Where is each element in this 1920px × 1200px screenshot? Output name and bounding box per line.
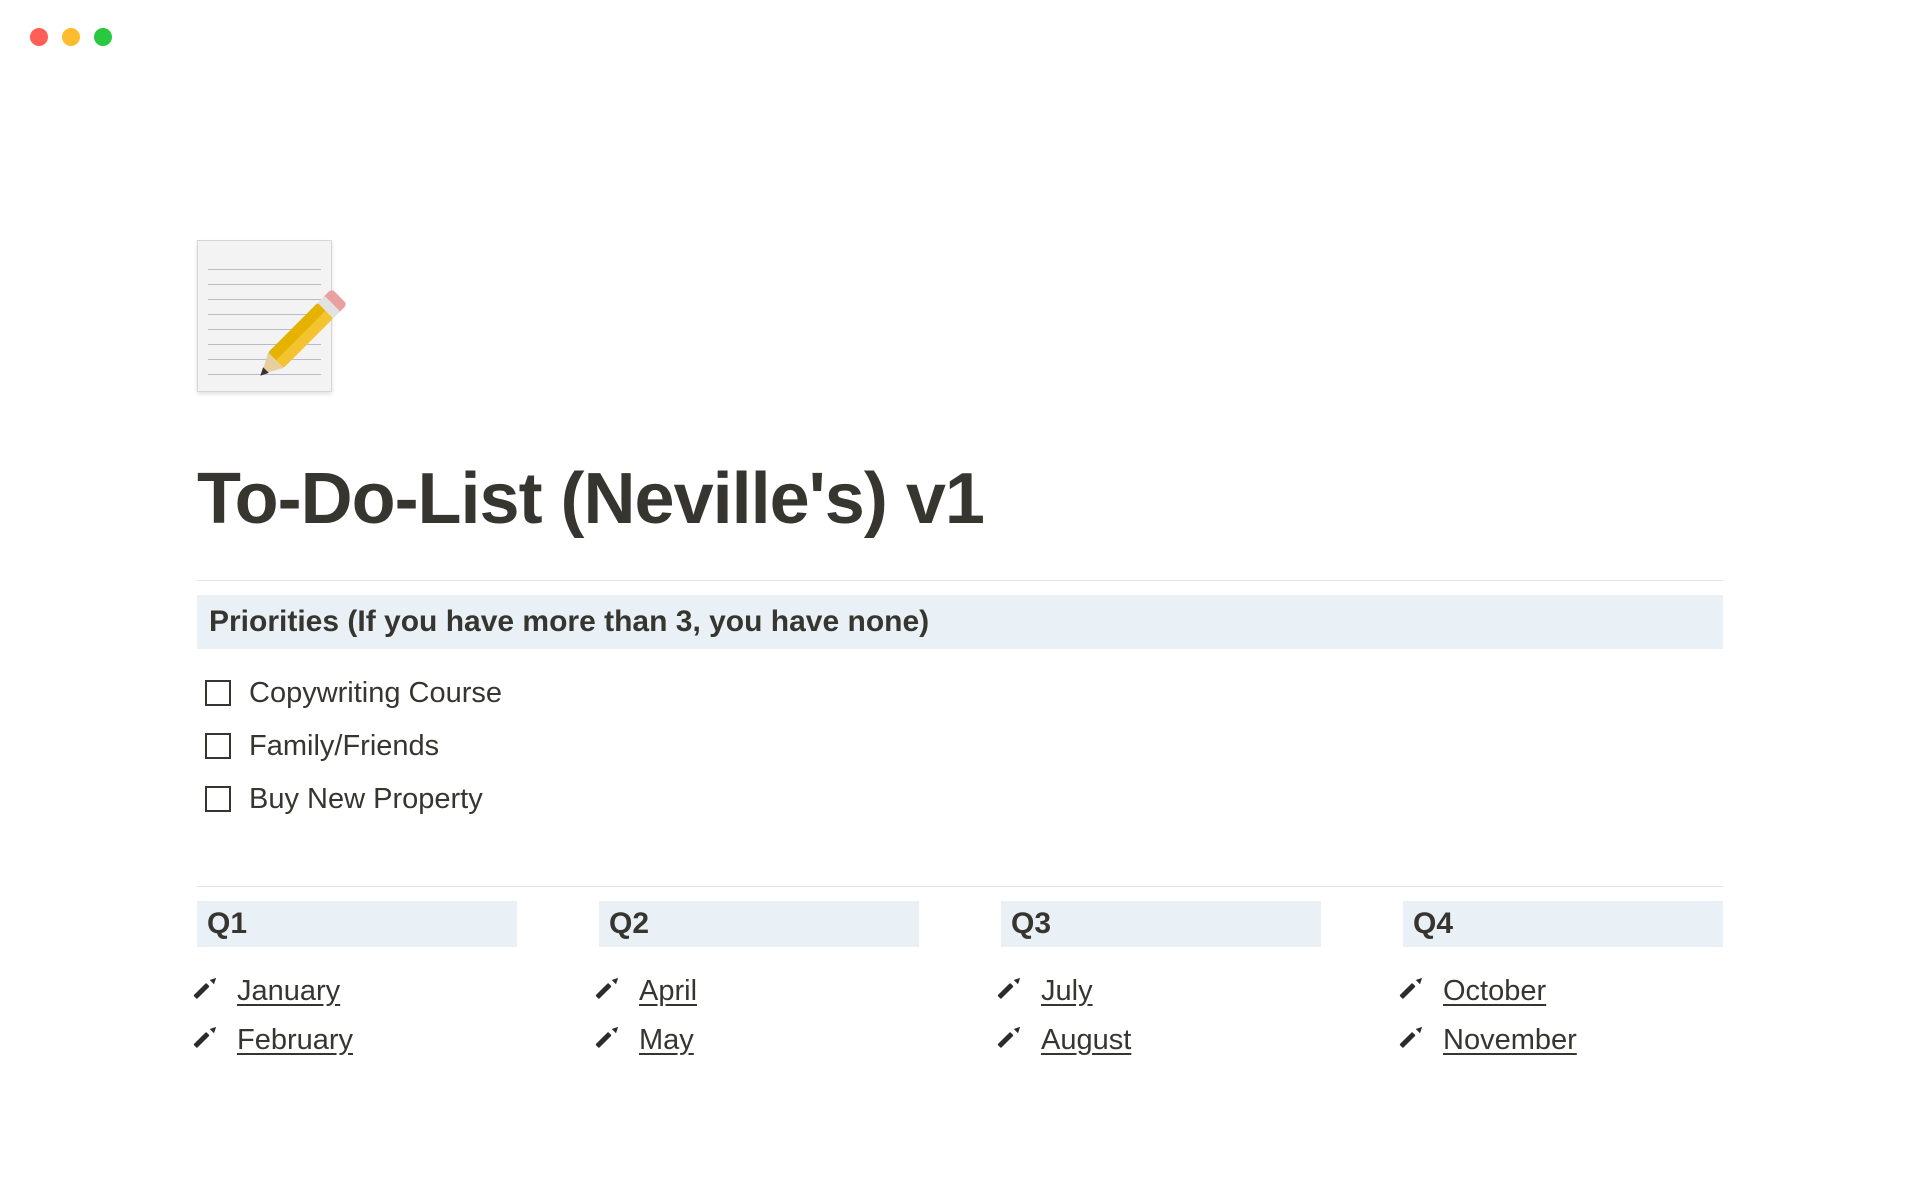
month-link[interactable]: August (1001, 1016, 1321, 1065)
pen-icon (197, 1027, 223, 1053)
quarter-column: Q3 July August (1001, 901, 1321, 1065)
month-link[interactable]: May (599, 1016, 919, 1065)
window-close-button[interactable] (30, 28, 48, 46)
priorities-list: Copywriting Course Family/Friends Buy Ne… (205, 667, 1723, 826)
quarter-heading[interactable]: Q1 (197, 901, 517, 947)
window-zoom-button[interactable] (94, 28, 112, 46)
month-link[interactable]: January (197, 967, 517, 1016)
month-link[interactable]: October (1403, 967, 1723, 1016)
quarter-heading[interactable]: Q2 (599, 901, 919, 947)
month-label: February (237, 1024, 353, 1057)
pen-icon (1403, 1027, 1429, 1053)
priorities-heading[interactable]: Priorities (If you have more than 3, you… (197, 595, 1723, 649)
page-title[interactable]: To-Do-List (Neville's) v1 (197, 462, 1723, 538)
window-traffic-lights (30, 28, 112, 46)
pen-icon (1001, 1027, 1027, 1053)
window-minimize-button[interactable] (62, 28, 80, 46)
checkbox-icon[interactable] (205, 733, 231, 759)
month-label: January (237, 975, 340, 1008)
todo-item[interactable]: Family/Friends (205, 720, 1723, 773)
month-label: August (1041, 1024, 1131, 1057)
month-label: April (639, 975, 697, 1008)
todo-label: Buy New Property (249, 783, 483, 816)
pen-icon (197, 978, 223, 1004)
bottom-fade (0, 1110, 1920, 1200)
month-label: July (1041, 975, 1093, 1008)
month-link[interactable]: April (599, 967, 919, 1016)
page-content: To-Do-List (Neville's) v1 Priorities (If… (197, 240, 1723, 1065)
pen-icon (599, 1027, 625, 1053)
month-label: October (1443, 975, 1546, 1008)
divider (197, 886, 1723, 887)
quarter-heading[interactable]: Q3 (1001, 901, 1321, 947)
checkbox-icon[interactable] (205, 680, 231, 706)
quarter-heading[interactable]: Q4 (1403, 901, 1723, 947)
month-label: May (639, 1024, 694, 1057)
pen-icon (599, 978, 625, 1004)
todo-label: Copywriting Course (249, 677, 502, 710)
month-label: November (1443, 1024, 1577, 1057)
quarter-column: Q2 April May (599, 901, 919, 1065)
quarter-column: Q1 January February (197, 901, 517, 1065)
checkbox-icon[interactable] (205, 786, 231, 812)
divider (197, 580, 1723, 581)
pen-icon (1001, 978, 1027, 1004)
todo-label: Family/Friends (249, 730, 439, 763)
month-link[interactable]: November (1403, 1016, 1723, 1065)
month-link[interactable]: February (197, 1016, 517, 1065)
quarter-column: Q4 October November (1403, 901, 1723, 1065)
app-window: To-Do-List (Neville's) v1 Priorities (If… (0, 0, 1920, 1200)
page-memo-icon[interactable] (197, 240, 332, 392)
month-link[interactable]: July (1001, 967, 1321, 1016)
quarters-grid: Q1 January February Q2 April M (197, 901, 1723, 1065)
todo-item[interactable]: Copywriting Course (205, 667, 1723, 720)
pen-icon (1403, 978, 1429, 1004)
todo-item[interactable]: Buy New Property (205, 773, 1723, 826)
